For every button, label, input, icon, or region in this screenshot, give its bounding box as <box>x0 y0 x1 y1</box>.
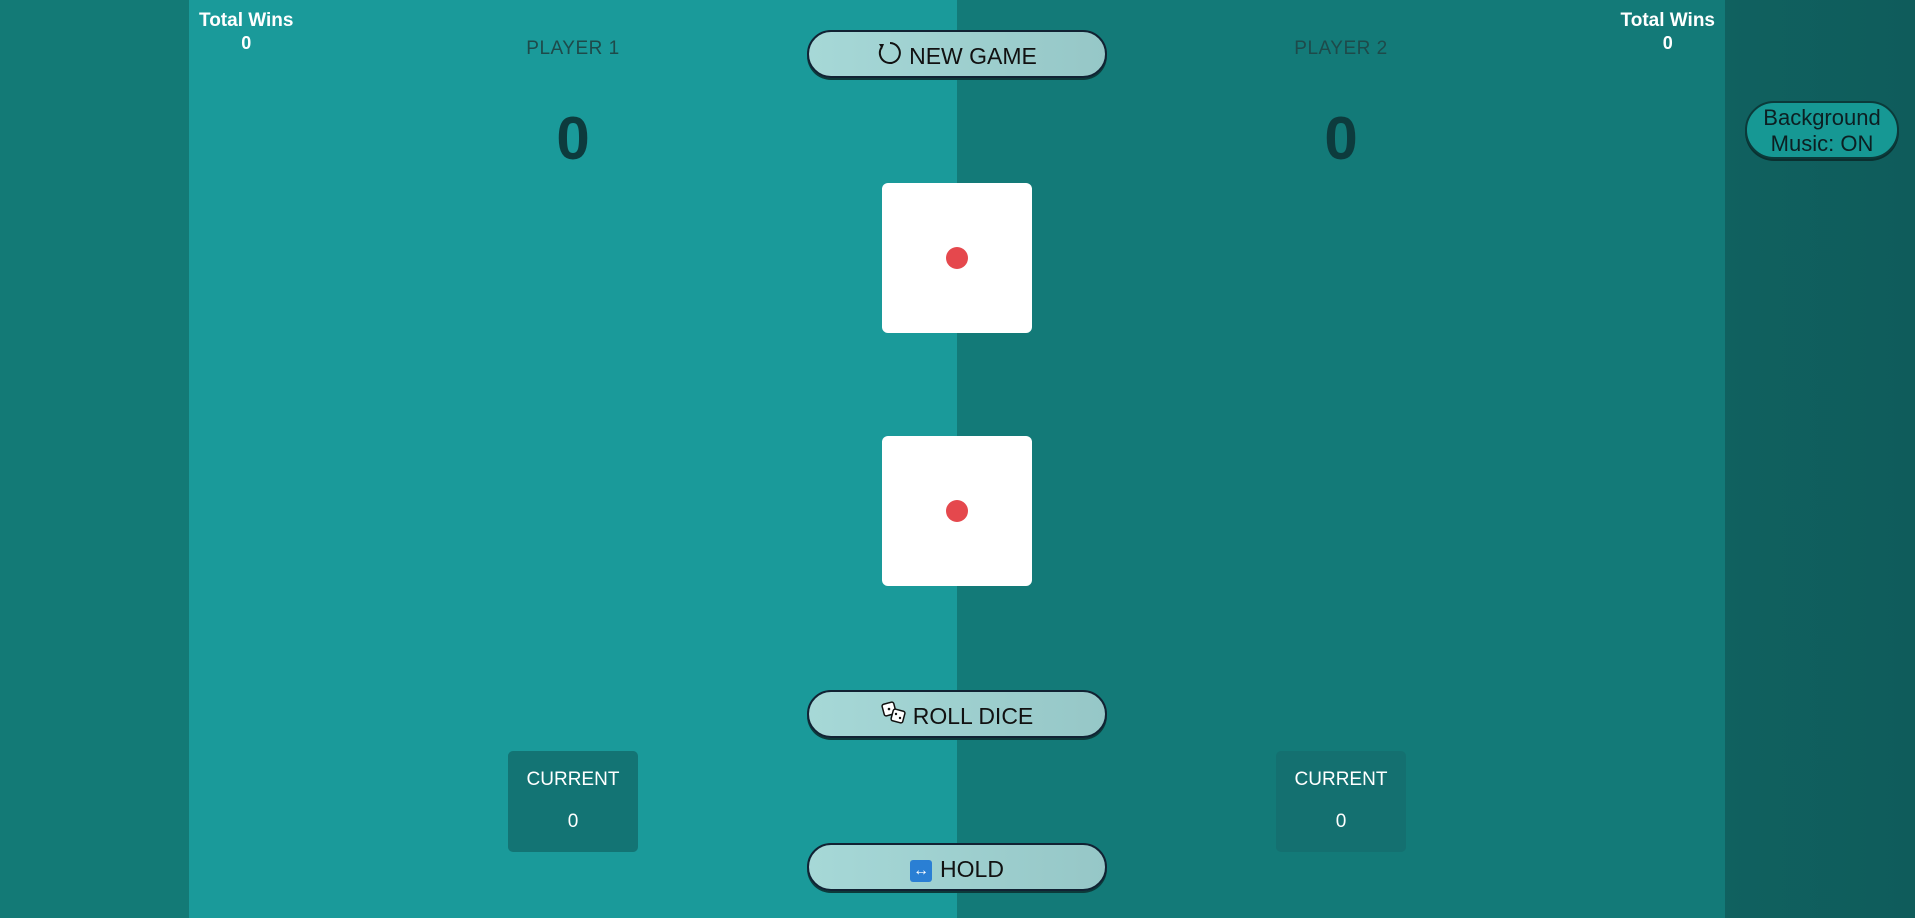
player1-score: 0 <box>556 105 590 172</box>
player2-current-box: CURRENT 0 <box>1276 751 1406 852</box>
music-label-line2: Music: ON <box>1770 131 1874 156</box>
new-game-button[interactable]: NEW GAME <box>807 30 1107 78</box>
new-game-label: NEW GAME <box>909 43 1037 69</box>
dice-1-pip <box>946 247 968 269</box>
dice-1 <box>882 183 1032 333</box>
hold-label: HOLD <box>940 856 1004 882</box>
hold-button[interactable]: ↔ HOLD <box>807 843 1107 891</box>
player1-current-box: CURRENT 0 <box>508 751 638 852</box>
player2-panel: Total Wins 0 PLAYER 2 0 CURRENT 0 <box>957 0 1725 918</box>
player1-current-value: 0 <box>567 811 579 832</box>
refresh-icon <box>877 34 903 82</box>
music-label-line1: Background <box>1763 105 1881 130</box>
player2-current-value: 0 <box>1335 811 1347 832</box>
dice-2-pip <box>946 500 968 522</box>
player2-wins-label: Total Wins <box>1620 10 1715 31</box>
player1-wins-label: Total Wins <box>199 10 294 31</box>
player1-panel: Total Wins 0 PLAYER 1 0 CURRENT 0 <box>189 0 957 918</box>
game-board: Total Wins 0 PLAYER 1 0 CURRENT 0 Total … <box>189 0 1725 918</box>
roll-dice-label: ROLL DICE <box>912 703 1034 729</box>
dice-icon <box>881 694 907 742</box>
player1-current-label: CURRENT <box>526 769 620 790</box>
player2-score: 0 <box>1324 105 1358 172</box>
dice-2 <box>882 436 1032 586</box>
background-music-toggle[interactable]: Background Music: ON <box>1745 101 1899 159</box>
roll-dice-button[interactable]: ROLL DICE <box>807 690 1107 738</box>
left-right-arrow-icon: ↔ <box>910 859 933 882</box>
player2-current-label: CURRENT <box>1294 769 1388 790</box>
